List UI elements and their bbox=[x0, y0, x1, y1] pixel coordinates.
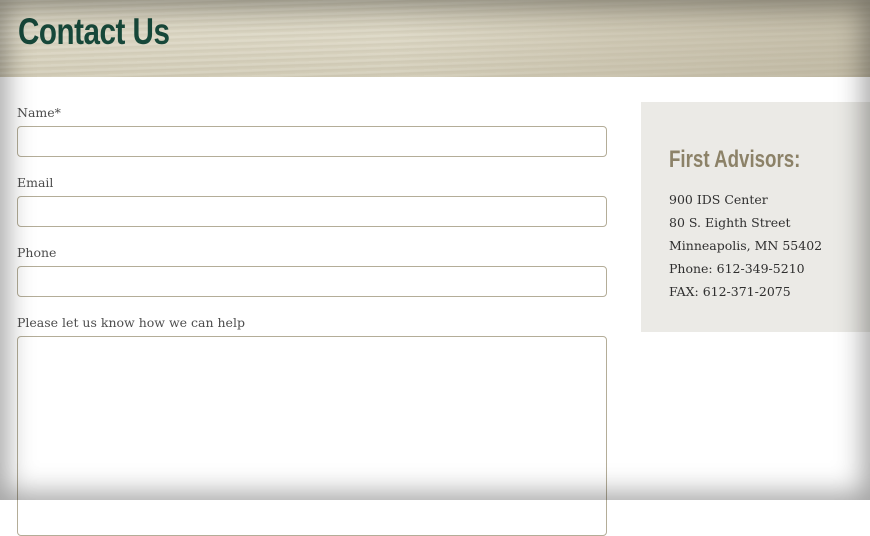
email-field-group: Email bbox=[17, 174, 607, 227]
phone-number: Phone: 612-349-5210 bbox=[669, 261, 805, 276]
page-title: Contact Us bbox=[18, 11, 170, 52]
name-label: Name* bbox=[17, 105, 61, 120]
page-header: Contact Us bbox=[0, 0, 870, 77]
message-label: Please let us know how we can help bbox=[17, 315, 245, 330]
phone-input[interactable] bbox=[17, 266, 607, 297]
fax-number: FAX: 612-371-2075 bbox=[669, 284, 791, 299]
name-field-group: Name* bbox=[17, 104, 607, 157]
contact-details: 900 IDS Center 80 S. Eighth Street Minne… bbox=[669, 190, 822, 305]
company-name: First Advisors: bbox=[669, 146, 801, 173]
email-input[interactable] bbox=[17, 196, 607, 227]
email-label: Email bbox=[17, 175, 54, 190]
address-street-1: 900 IDS Center bbox=[669, 192, 768, 207]
name-input[interactable] bbox=[17, 126, 607, 157]
address-street-2: 80 S. Eighth Street bbox=[669, 215, 791, 230]
contact-info-panel: First Advisors: 900 IDS Center 80 S. Eig… bbox=[641, 102, 870, 332]
address-city: Minneapolis, MN 55402 bbox=[669, 238, 823, 253]
phone-field-group: Phone bbox=[17, 244, 607, 297]
message-field-group: Please let us know how we can help bbox=[17, 314, 607, 536]
phone-label: Phone bbox=[17, 245, 57, 260]
message-textarea[interactable] bbox=[17, 336, 607, 536]
